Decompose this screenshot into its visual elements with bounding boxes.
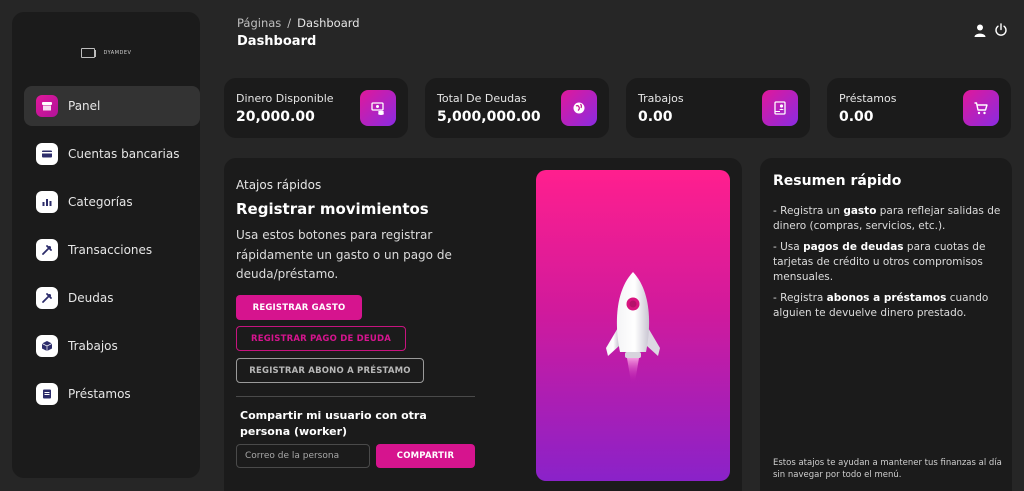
sidebar-nav: Panel Cuentas bancarias Categorías Trans… <box>24 86 200 422</box>
promo-banner <box>536 170 730 481</box>
rocket-icon <box>606 272 660 382</box>
summary-card: Resumen rápido - Registra un gasto para … <box>760 158 1012 491</box>
quick-actions-label: Atajos rápidos <box>236 178 322 192</box>
stat-card-prestamos: Préstamos 0.00 <box>827 78 1011 138</box>
breadcrumb-separator: / <box>287 16 292 30</box>
stat-value: 5,000,000.00 <box>437 109 541 125</box>
stat-card-dinero-disponible: Dinero Disponible 20,000.00 <box>224 78 408 138</box>
stat-value: 0.00 <box>638 109 673 125</box>
box-icon <box>36 335 58 357</box>
sidebar-item-label: Panel <box>68 99 101 113</box>
summary-list: - Registra un gasto para reflejar salida… <box>773 204 1005 327</box>
brand-logo[interactable]: DYAMDEV <box>12 42 200 64</box>
sidebar-item-transacciones[interactable]: Transacciones <box>24 230 200 270</box>
brand-logo-text: DYAMDEV <box>103 50 132 56</box>
sidebar-item-categorias[interactable]: Categorías <box>24 182 200 222</box>
stat-label: Préstamos <box>839 92 897 105</box>
sidebar-item-label: Cuentas bancarias <box>68 147 180 161</box>
stat-card-trabajos: Trabajos 0.00 <box>626 78 810 138</box>
sidebar-item-prestamos[interactable]: Préstamos <box>24 374 200 414</box>
sidebar-item-label: Categorías <box>68 195 133 209</box>
header-actions <box>974 22 1008 41</box>
chart-icon <box>36 191 58 213</box>
sidebar-item-trabajos[interactable]: Trabajos <box>24 326 200 366</box>
power-icon[interactable] <box>994 22 1008 41</box>
sidebar-item-label: Transacciones <box>68 243 153 257</box>
quick-actions-title: Registrar movimientos <box>236 200 429 218</box>
sidebar-item-label: Préstamos <box>68 387 131 401</box>
sidebar-item-cuentas[interactable]: Cuentas bancarias <box>24 134 200 174</box>
sidebar-item-label: Deudas <box>68 291 114 305</box>
document-icon <box>36 383 58 405</box>
cart-icon <box>963 90 999 126</box>
tools-icon <box>36 287 58 309</box>
register-loan-payment-button[interactable]: REGISTRAR ABONO A PRÉSTAMO <box>236 358 424 383</box>
summary-footer: Estos atajos te ayudan a mantener tus fi… <box>773 458 1002 480</box>
sidebar-item-label: Trabajos <box>68 339 118 353</box>
breadcrumb: Páginas / Dashboard <box>237 16 360 30</box>
register-expense-button[interactable]: REGISTRAR GASTO <box>236 295 362 320</box>
quick-actions-description: Usa estos botones para registrar rápidam… <box>236 228 452 281</box>
register-debt-payment-button[interactable]: REGISTRAR PAGO DE DEUDA <box>236 326 406 351</box>
share-button[interactable]: COMPARTIR <box>376 444 475 468</box>
breadcrumb-current: Dashboard <box>297 16 360 30</box>
monitor-icon <box>80 48 96 58</box>
money-icon <box>360 90 396 126</box>
summary-item: - Registra un gasto para reflejar salida… <box>773 205 1001 232</box>
stat-value: 20,000.00 <box>236 109 315 125</box>
user-icon[interactable] <box>974 22 986 41</box>
divider <box>236 396 475 397</box>
sidebar-item-deudas[interactable]: Deudas <box>24 278 200 318</box>
quick-actions-card: Atajos rápidos Registrar movimientos Usa… <box>224 158 742 491</box>
globe-icon <box>561 90 597 126</box>
summary-title: Resumen rápido <box>773 173 902 189</box>
stat-label: Trabajos <box>638 92 684 105</box>
stat-value: 0.00 <box>839 109 874 125</box>
stat-card-total-deudas: Total De Deudas 5,000,000.00 <box>425 78 609 138</box>
sidebar-item-panel[interactable]: Panel <box>24 86 200 126</box>
page-title: Dashboard <box>237 34 317 49</box>
store-icon <box>36 95 58 117</box>
summary-item: - Usa pagos de deudas para cuotas de tar… <box>773 241 986 283</box>
tools-icon <box>36 239 58 261</box>
sidebar: DYAMDEV Panel Cuentas bancarias Categorí… <box>12 12 200 478</box>
badge-icon <box>762 90 798 126</box>
share-email-input[interactable] <box>236 444 370 468</box>
stat-label: Dinero Disponible <box>236 92 334 105</box>
stat-label: Total De Deudas <box>437 92 527 105</box>
share-user-title: Compartir mi usuario con otra persona (w… <box>240 409 427 438</box>
summary-item: - Registra abonos a préstamos cuando alg… <box>773 292 989 319</box>
breadcrumb-root[interactable]: Páginas <box>237 16 281 30</box>
credit-card-icon <box>36 143 58 165</box>
